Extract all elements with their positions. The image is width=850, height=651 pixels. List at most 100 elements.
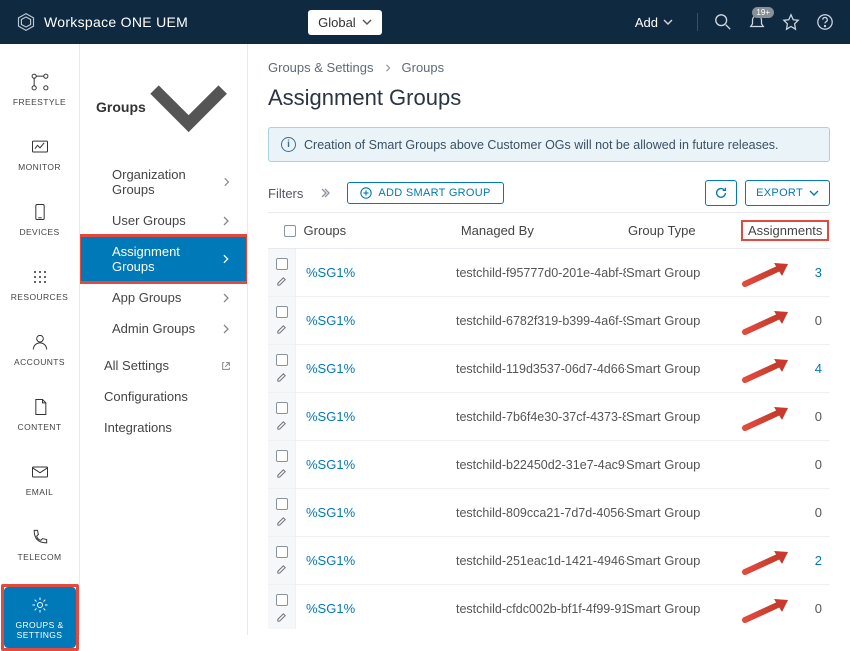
- cell-managed-by: testchild-119d3537-06d7-4d66-9d5b: [456, 345, 626, 392]
- annotation-highlight-assignments: Assignments: [742, 221, 828, 240]
- table-body: %SG1%testchild-f95777d0-201e-4abf-89b0-8…: [268, 249, 830, 629]
- cell-assignments: 3: [742, 249, 822, 296]
- cell-group-name: %SG1%: [296, 297, 456, 344]
- row-checkbox[interactable]: [276, 594, 288, 606]
- edit-icon[interactable]: [276, 324, 287, 335]
- sidenav-item-label: User Groups: [112, 213, 186, 228]
- add-dropdown[interactable]: Add: [635, 15, 673, 30]
- rail-item-accounts[interactable]: ACCOUNTS: [4, 324, 76, 375]
- filters-label[interactable]: Filters: [268, 186, 303, 201]
- group-link[interactable]: %SG1%: [296, 601, 355, 616]
- cell-assignments: 2: [742, 537, 822, 584]
- expand-filters-icon[interactable]: [319, 187, 331, 199]
- col-header-groups[interactable]: Groups: [304, 223, 461, 238]
- group-link[interactable]: %SG1%: [296, 265, 355, 280]
- sidenav-heading[interactable]: Groups: [80, 58, 247, 159]
- cell-group-type: Smart Group: [626, 441, 742, 488]
- group-link[interactable]: %SG1%: [296, 409, 355, 424]
- select-all-checkbox[interactable]: [284, 225, 296, 237]
- freestyle-icon: [30, 72, 50, 92]
- row-checkbox[interactable]: [276, 306, 288, 318]
- telecom-icon: [30, 527, 50, 547]
- add-label: Add: [635, 15, 658, 30]
- help-icon[interactable]: [816, 13, 834, 31]
- edit-icon[interactable]: [276, 468, 287, 479]
- assignments-link[interactable]: 4: [815, 361, 822, 376]
- add-smart-group-button[interactable]: ADD SMART GROUP: [347, 182, 503, 204]
- sidenav-item-label: Assignment Groups: [112, 244, 221, 274]
- sidenav-item-integrations[interactable]: Integrations: [80, 412, 247, 443]
- table-row: %SG1%testchild-cfdc002b-bf1f-4f99-9138-b…: [268, 585, 830, 629]
- group-link[interactable]: %SG1%: [296, 457, 355, 472]
- sidenav-item-configurations[interactable]: Configurations: [80, 381, 247, 412]
- group-link[interactable]: %SG1%: [296, 553, 355, 568]
- edit-icon[interactable]: [276, 612, 287, 623]
- search-icon[interactable]: [714, 13, 732, 31]
- table-row: %SG1%testchild-809cca21-7d7d-4056-9ac8-S…: [268, 489, 830, 537]
- assignments-value: 0: [815, 505, 822, 520]
- sidenav-item-user-groups[interactable]: User Groups: [80, 205, 247, 236]
- cell-group-type: Smart Group: [626, 585, 742, 629]
- side-nav: Groups Organization Groups User Groups Ass…: [80, 44, 248, 635]
- sidenav-item-app-groups[interactable]: App Groups: [80, 282, 247, 313]
- select-all-cell: [276, 225, 304, 237]
- edit-icon[interactable]: [276, 564, 287, 575]
- brand: Workspace ONE UEM: [16, 12, 188, 32]
- sidenav-item-label: Configurations: [104, 389, 188, 404]
- row-checkbox[interactable]: [276, 546, 288, 558]
- assignments-link[interactable]: 3: [815, 265, 822, 280]
- sidenav-item-all-settings[interactable]: All Settings: [80, 350, 247, 381]
- rail-item-email[interactable]: EMAIL: [4, 454, 76, 505]
- table-row: %SG1%testchild-b22450d2-31e7-4ac9-a033-S…: [268, 441, 830, 489]
- row-checkbox[interactable]: [276, 354, 288, 366]
- col-header-group-type[interactable]: Group Type: [628, 223, 742, 238]
- group-link[interactable]: %SG1%: [296, 505, 355, 520]
- breadcrumb-item[interactable]: Groups & Settings: [268, 60, 374, 75]
- notifications-icon[interactable]: 19+: [748, 13, 766, 31]
- rail-label: CONTENT: [18, 422, 62, 432]
- row-gutter: [268, 441, 296, 488]
- edit-icon[interactable]: [276, 420, 287, 431]
- edit-icon[interactable]: [276, 516, 287, 527]
- rail-item-monitor[interactable]: MONITOR: [4, 129, 76, 180]
- edit-icon[interactable]: [276, 372, 287, 383]
- cell-assignments: 0: [742, 585, 822, 629]
- row-checkbox[interactable]: [276, 498, 288, 510]
- row-gutter: [268, 489, 296, 536]
- cell-group-name: %SG1%: [296, 345, 456, 392]
- cell-group-name: %SG1%: [296, 441, 456, 488]
- col-header-assignments[interactable]: Assignments: [742, 223, 822, 238]
- rail-item-freestyle[interactable]: FREESTYLE: [4, 64, 76, 115]
- col-header-managed-by[interactable]: Managed By: [461, 223, 628, 238]
- assignments-link[interactable]: 2: [815, 553, 822, 568]
- cell-group-type: Smart Group: [626, 393, 742, 440]
- chevron-right-icon: [221, 324, 231, 334]
- row-checkbox[interactable]: [276, 450, 288, 462]
- info-icon: i: [281, 137, 296, 152]
- star-icon[interactable]: [782, 13, 800, 31]
- assignments-value: 0: [815, 457, 822, 472]
- export-button[interactable]: EXPORT: [745, 180, 830, 206]
- rail-label: ACCOUNTS: [14, 357, 65, 367]
- row-gutter: [268, 585, 296, 629]
- group-link[interactable]: %SG1%: [296, 361, 355, 376]
- cell-assignments: 0: [742, 489, 822, 536]
- group-link[interactable]: %SG1%: [296, 313, 355, 328]
- row-checkbox[interactable]: [276, 402, 288, 414]
- edit-icon[interactable]: [276, 276, 287, 287]
- rail-item-content[interactable]: CONTENT: [4, 389, 76, 440]
- breadcrumb-item: Groups: [402, 60, 445, 75]
- refresh-button[interactable]: [705, 180, 737, 206]
- row-checkbox[interactable]: [276, 258, 288, 270]
- chevron-down-icon: [809, 188, 819, 198]
- refresh-icon: [714, 186, 728, 200]
- rail-item-groups-settings[interactable]: GROUPS & SETTINGS: [4, 587, 76, 648]
- rail-label: RESOURCES: [11, 292, 68, 302]
- sidenav-item-assignment-groups[interactable]: Assignment Groups: [80, 236, 247, 282]
- rail-item-telecom[interactable]: TELECOM: [4, 519, 76, 570]
- org-scope-dropdown[interactable]: Global: [308, 10, 382, 35]
- sidenav-item-organization-groups[interactable]: Organization Groups: [80, 159, 247, 205]
- rail-item-devices[interactable]: DEVICES: [4, 194, 76, 245]
- sidenav-item-admin-groups[interactable]: Admin Groups: [80, 313, 247, 344]
- rail-item-resources[interactable]: RESOURCES: [4, 259, 76, 310]
